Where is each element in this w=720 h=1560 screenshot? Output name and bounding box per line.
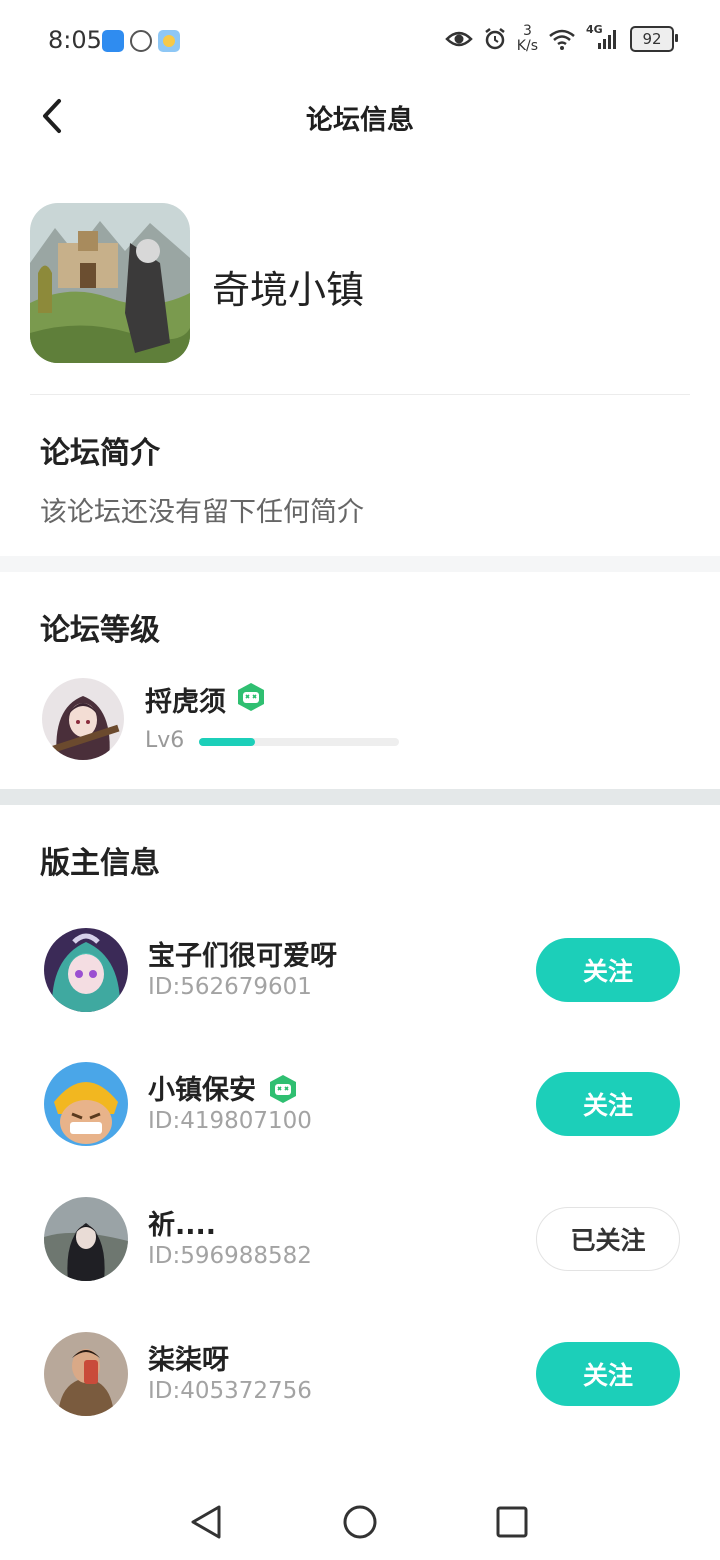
level-progress-fill [199,738,255,746]
alarm-icon [485,28,505,50]
weather-app-icon [158,30,180,52]
status-app-icons [102,30,180,52]
battery-indicator: 92 [630,26,678,52]
net-speed: 3 K/s [517,24,538,54]
moderator-name: 柒柒呀 [148,1345,229,1376]
level-label: Lv6 [145,728,185,753]
status-bar: 8:05 3 K/s 4G 92 [0,0,720,80]
list-item: 小镇保安 ID:419807100 关注 [0,1062,720,1152]
circle-home-icon [343,1505,377,1539]
wifi-icon [549,29,575,50]
moderator-name: 宝子们很可爱呀 [148,941,337,972]
follow-button[interactable]: 关注 [536,1342,680,1406]
moderators-section-title: 版主信息 [40,846,160,881]
hand-app-icon [130,30,152,52]
status-time: 8:05 [48,26,102,54]
forum-header: 奇境小镇 [30,203,690,365]
level-user-name: 捋虎须 [145,687,226,718]
moderator-id: ID:596988582 [148,1243,312,1269]
follow-button[interactable]: 关注 [536,938,680,1002]
section-divider [0,789,720,805]
avatar[interactable] [44,1197,128,1281]
game-controller-badge-icon [268,1074,298,1104]
forum-name: 奇境小镇 [212,268,365,312]
system-nav-bar [0,1480,720,1560]
status-right: 3 K/s 4G 92 [445,23,678,54]
nav-back-button[interactable] [184,1500,228,1544]
top-header: 论坛信息 [0,80,720,152]
battery-level: 92 [642,30,662,48]
signal-group: 4G [586,23,620,51]
list-item: 宝子们很可爱呀 ID:562679601 关注 [0,928,720,1018]
intro-text: 该论坛还没有留下任何简介 [40,497,364,528]
square-recents-icon [496,1506,528,1538]
forum-icon-image [30,203,190,363]
moderator-name: 祈.... [148,1210,217,1241]
moderator-id: ID:419807100 [148,1108,312,1134]
moderator-id: ID:562679601 [148,974,312,1000]
avatar [42,678,124,760]
eye-icon [445,31,473,47]
list-item: 柒柒呀 ID:405372756 关注 [0,1332,720,1422]
nav-recents-button[interactable] [490,1500,534,1544]
game-controller-badge-icon [236,682,266,712]
section-divider [0,556,720,572]
avatar[interactable] [44,1062,128,1146]
divider [30,394,690,395]
net-speed-unit: K/s [516,38,538,54]
moderator-name: 小镇保安 [148,1075,256,1106]
nav-home-button[interactable] [338,1500,382,1544]
list-item: 祈.... ID:596988582 已关注 [0,1197,720,1287]
follow-button[interactable]: 关注 [536,1072,680,1136]
net-speed-value: 3 [522,23,532,39]
avatar[interactable] [44,928,128,1012]
level-progress-bar [199,738,399,746]
moderator-id: ID:405372756 [148,1378,312,1404]
cloud-app-icon [102,30,124,52]
following-button[interactable]: 已关注 [536,1207,680,1271]
page-title: 论坛信息 [306,105,414,136]
level-section-title: 论坛等级 [40,613,160,648]
signal-icon [598,30,616,49]
avatar[interactable] [44,1332,128,1416]
triangle-back-icon [191,1505,221,1539]
intro-section-title: 论坛简介 [40,436,160,471]
